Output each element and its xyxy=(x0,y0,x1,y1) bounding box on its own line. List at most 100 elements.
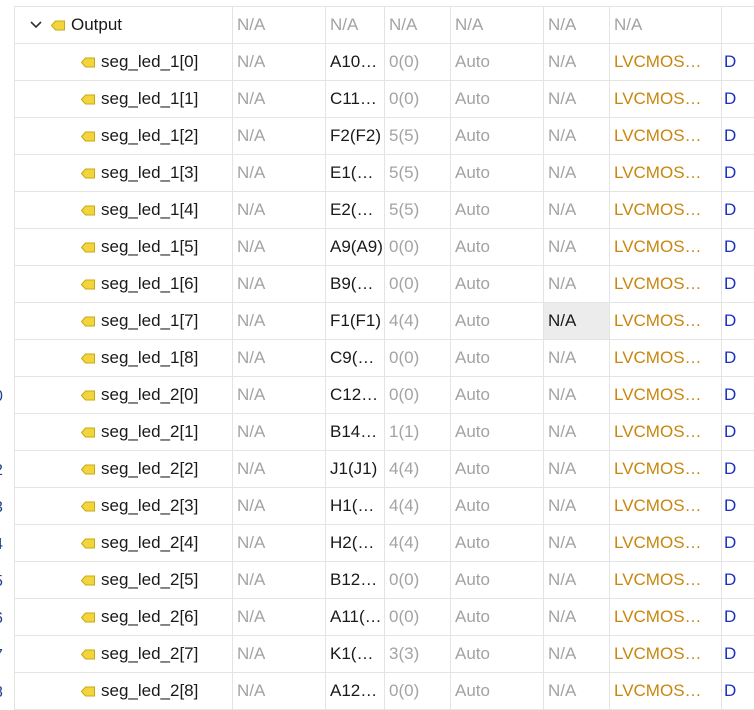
fixed-cell[interactable]: 0(0) xyxy=(385,229,451,266)
table-row[interactable]: seg_led_2[0]N/AC12…0(0)AutoN/ALVCMOS…D xyxy=(15,377,754,414)
truncated-cell[interactable]: D xyxy=(722,599,754,636)
io-std-cell[interactable]: LVCMOS… xyxy=(610,340,722,377)
bank-cell[interactable]: N/A xyxy=(233,636,326,673)
drive-strength-cell[interactable]: Auto xyxy=(451,81,544,118)
port-name-cell[interactable]: seg_led_2[2] xyxy=(15,451,233,488)
package-pin-cell[interactable]: A9(A9) xyxy=(326,229,385,266)
bank-cell[interactable]: N/A xyxy=(233,303,326,340)
truncated-cell[interactable]: D xyxy=(722,229,754,266)
chevron-down-icon[interactable] xyxy=(29,15,43,35)
cell[interactable]: N/A xyxy=(451,7,544,44)
table-row[interactable]: seg_led_2[2]N/AJ1(J1)4(4)AutoN/ALVCMOS…D xyxy=(15,451,754,488)
drive-strength-cell[interactable]: Auto xyxy=(451,155,544,192)
bank-cell[interactable]: N/A xyxy=(233,118,326,155)
truncated-cell[interactable]: D xyxy=(722,636,754,673)
io-std-cell[interactable]: LVCMOS… xyxy=(610,599,722,636)
io-std-cell[interactable]: LVCMOS… xyxy=(610,414,722,451)
bank-cell[interactable]: N/A xyxy=(233,525,326,562)
truncated-cell[interactable]: D xyxy=(722,81,754,118)
package-pin-cell[interactable]: F2(F2) xyxy=(326,118,385,155)
slew-cell[interactable]: N/A xyxy=(544,488,610,525)
table-row[interactable]: seg_led_2[4]N/AH2(…4(4)AutoN/ALVCMOS…D xyxy=(15,525,754,562)
table-row[interactable]: seg_led_2[5]N/AB12…0(0)AutoN/ALVCMOS…D xyxy=(15,562,754,599)
package-pin-cell[interactable]: H2(… xyxy=(326,525,385,562)
truncated-cell[interactable]: D xyxy=(722,562,754,599)
io-std-cell[interactable]: LVCMOS… xyxy=(610,44,722,81)
bank-cell[interactable]: N/A xyxy=(233,562,326,599)
io-std-cell[interactable]: LVCMOS… xyxy=(610,81,722,118)
fixed-cell[interactable]: 0(0) xyxy=(385,377,451,414)
io-std-cell[interactable]: LVCMOS… xyxy=(610,266,722,303)
port-name-cell[interactable]: seg_led_2[6] xyxy=(15,599,233,636)
io-std-cell[interactable]: LVCMOS… xyxy=(610,488,722,525)
truncated-cell[interactable]: D xyxy=(722,303,754,340)
cell[interactable]: N/A xyxy=(326,7,385,44)
package-pin-cell[interactable]: B9(… xyxy=(326,266,385,303)
port-name-cell[interactable]: seg_led_2[4] xyxy=(15,525,233,562)
drive-strength-cell[interactable]: Auto xyxy=(451,636,544,673)
io-std-cell[interactable]: LVCMOS… xyxy=(610,192,722,229)
table-row[interactable]: seg_led_2[6]N/AA11(…0(0)AutoN/ALVCMOS…D xyxy=(15,599,754,636)
bank-cell[interactable]: N/A xyxy=(233,377,326,414)
package-pin-cell[interactable]: A11(… xyxy=(326,599,385,636)
package-pin-cell[interactable]: E2(… xyxy=(326,192,385,229)
fixed-cell[interactable]: 1(1) xyxy=(385,414,451,451)
slew-cell[interactable]: N/A xyxy=(544,562,610,599)
port-name-cell[interactable]: seg_led_1[0] xyxy=(15,44,233,81)
bank-cell[interactable]: N/A xyxy=(233,340,326,377)
port-name-cell[interactable]: seg_led_2[0] xyxy=(15,377,233,414)
drive-strength-cell[interactable]: Auto xyxy=(451,118,544,155)
truncated-cell[interactable]: D xyxy=(722,525,754,562)
cell[interactable] xyxy=(722,7,754,44)
slew-cell[interactable]: N/A xyxy=(544,636,610,673)
truncated-cell[interactable]: D xyxy=(722,155,754,192)
bank-cell[interactable]: N/A xyxy=(233,192,326,229)
bank-cell[interactable]: N/A xyxy=(233,673,326,710)
package-pin-cell[interactable]: J1(J1) xyxy=(326,451,385,488)
slew-cell[interactable]: N/A xyxy=(544,44,610,81)
truncated-cell[interactable]: D xyxy=(722,451,754,488)
drive-strength-cell[interactable]: Auto xyxy=(451,414,544,451)
package-pin-cell[interactable]: H1(… xyxy=(326,488,385,525)
package-pin-cell[interactable]: C11… xyxy=(326,81,385,118)
bank-cell[interactable]: N/A xyxy=(233,451,326,488)
fixed-cell[interactable]: 0(0) xyxy=(385,81,451,118)
port-name-cell[interactable]: seg_led_1[2] xyxy=(15,118,233,155)
drive-strength-cell[interactable]: Auto xyxy=(451,266,544,303)
port-name-cell[interactable]: seg_led_2[7] xyxy=(15,636,233,673)
drive-strength-cell[interactable]: Auto xyxy=(451,229,544,266)
io-std-cell[interactable]: LVCMOS… xyxy=(610,118,722,155)
port-name-cell[interactable]: seg_led_1[6] xyxy=(15,266,233,303)
port-name-cell[interactable]: seg_led_1[7] xyxy=(15,303,233,340)
io-std-cell[interactable]: LVCMOS… xyxy=(610,155,722,192)
slew-cell[interactable]: N/A xyxy=(544,414,610,451)
drive-strength-cell[interactable]: Auto xyxy=(451,44,544,81)
table-row[interactable]: seg_led_1[7]N/AF1(F1)4(4)AutoN/ALVCMOS…D xyxy=(15,303,754,340)
truncated-cell[interactable]: D xyxy=(722,414,754,451)
bank-cell[interactable]: N/A xyxy=(233,599,326,636)
bank-cell[interactable]: N/A xyxy=(233,81,326,118)
slew-cell[interactable]: N/A xyxy=(544,673,610,710)
slew-cell[interactable]: N/A xyxy=(544,155,610,192)
drive-strength-cell[interactable]: Auto xyxy=(451,562,544,599)
fixed-cell[interactable]: 5(5) xyxy=(385,118,451,155)
package-pin-cell[interactable]: A12… xyxy=(326,673,385,710)
slew-cell[interactable]: N/A xyxy=(544,340,610,377)
table-row[interactable]: seg_led_2[1]N/AB14…1(1)AutoN/ALVCMOS…D xyxy=(15,414,754,451)
drive-strength-cell[interactable]: Auto xyxy=(451,525,544,562)
fixed-cell[interactable]: 0(0) xyxy=(385,562,451,599)
truncated-cell[interactable]: D xyxy=(722,673,754,710)
io-std-cell[interactable]: LVCMOS… xyxy=(610,525,722,562)
fixed-cell[interactable]: 3(3) xyxy=(385,636,451,673)
table-row[interactable]: seg_led_1[4]N/AE2(…5(5)AutoN/ALVCMOS…D xyxy=(15,192,754,229)
table-row[interactable]: seg_led_1[6]N/AB9(…0(0)AutoN/ALVCMOS…D xyxy=(15,266,754,303)
truncated-cell[interactable]: D xyxy=(722,118,754,155)
drive-strength-cell[interactable]: Auto xyxy=(451,451,544,488)
group-name-cell[interactable]: Output xyxy=(15,7,233,44)
bank-cell[interactable]: N/A xyxy=(233,414,326,451)
port-name-cell[interactable]: seg_led_2[1] xyxy=(15,414,233,451)
table-row[interactable]: seg_led_2[8]N/AA12…0(0)AutoN/ALVCMOS…D xyxy=(15,673,754,710)
slew-cell[interactable]: N/A xyxy=(544,525,610,562)
fixed-cell[interactable]: 4(4) xyxy=(385,451,451,488)
fixed-cell[interactable]: 0(0) xyxy=(385,266,451,303)
